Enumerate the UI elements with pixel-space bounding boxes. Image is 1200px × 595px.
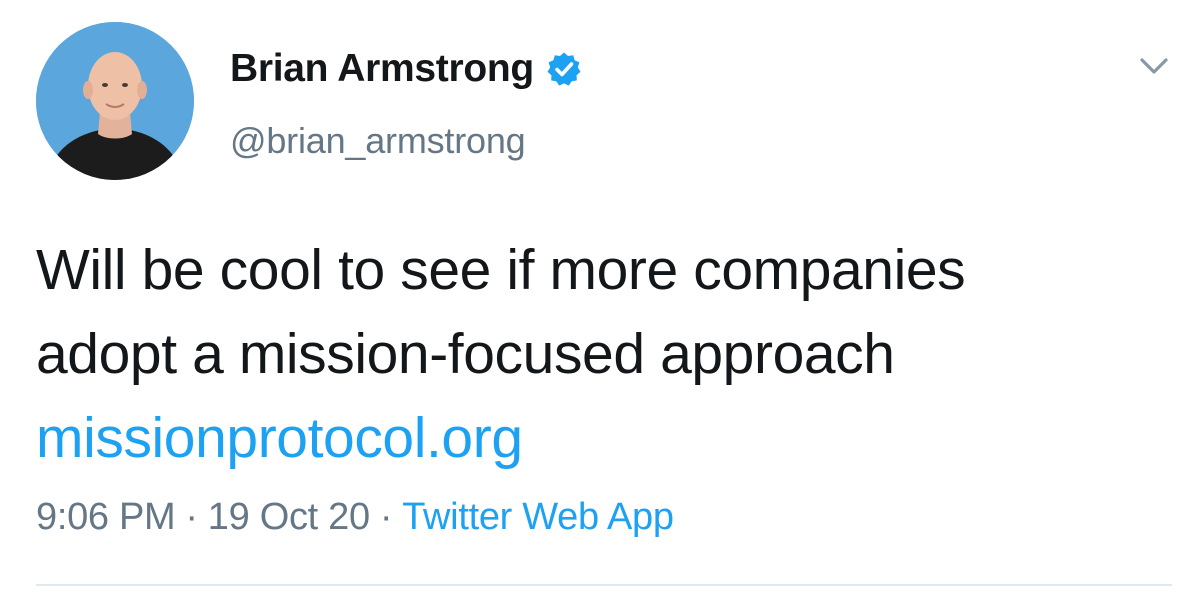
verified-badge-icon [546,51,582,87]
tweet-time[interactable]: 9:06 PM [36,496,176,538]
tweet-text-line-2: adopt a mission-focused approach [36,322,895,386]
tweet-link[interactable]: missionprotocol.org [36,406,523,470]
tweet-meta: 9:06 PM · 19 Oct 20 · Twitter Web App [36,496,674,539]
author-name-row[interactable]: Brian Armstrong [230,44,582,94]
author-handle[interactable]: @brian_armstrong [230,120,526,162]
chevron-down-icon[interactable] [1136,52,1172,80]
divider [36,584,1172,586]
author-display-name[interactable]: Brian Armstrong [230,47,534,91]
tweet-text-line-1: Will be cool to see if more companies [36,238,966,302]
avatar-photo [36,22,194,180]
meta-separator-1: · [185,496,198,538]
tweet-date[interactable]: 19 Oct 20 [208,496,370,538]
tweet-source[interactable]: Twitter Web App [402,496,674,538]
avatar[interactable] [36,22,194,180]
meta-separator-2: · [379,496,393,538]
tweet-text: Will be cool to see if more companies ad… [36,228,1186,480]
